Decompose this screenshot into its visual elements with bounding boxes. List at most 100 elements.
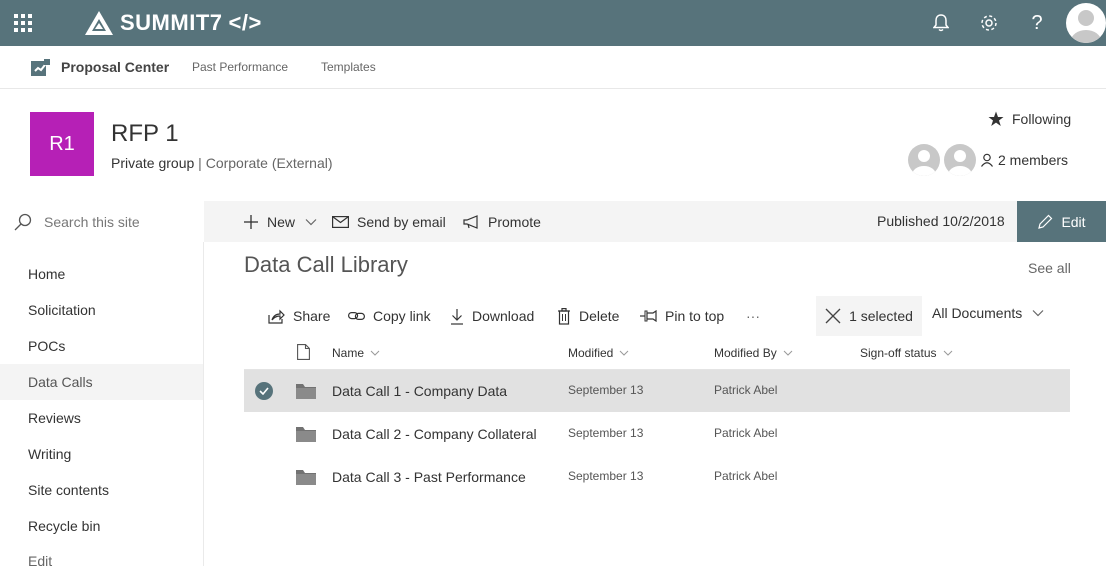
- selected-count: 1 selected: [849, 308, 913, 324]
- avatar[interactable]: [1066, 3, 1106, 43]
- nav-item-data-calls[interactable]: Data Calls: [28, 374, 93, 390]
- chevron-down-icon: [783, 350, 793, 356]
- table-row-name[interactable]: Data Call 1 - Company Data: [332, 383, 507, 399]
- column-header-signoff-status[interactable]: Sign-off status: [860, 346, 953, 360]
- link-icon: [348, 311, 365, 320]
- pencil-icon: [1038, 214, 1053, 229]
- member-avatar: [908, 144, 940, 176]
- hub-link-templates[interactable]: Templates: [321, 60, 376, 74]
- chevron-down-icon: [1032, 310, 1044, 317]
- help-icon[interactable]: ?: [1014, 0, 1060, 46]
- edit-label: Edit: [1061, 213, 1086, 230]
- privacy-label: Private group: [111, 155, 195, 171]
- view-label: All Documents: [932, 305, 1023, 321]
- brand-code-symbol: </>: [228, 10, 262, 35]
- share-button[interactable]: Share: [268, 305, 330, 327]
- pin-to-top-button[interactable]: Pin to top: [640, 305, 724, 327]
- chevron-down-icon: [620, 350, 629, 356]
- site-logo[interactable]: R1: [30, 112, 94, 176]
- nav-item-writing[interactable]: Writing: [28, 446, 71, 462]
- download-label: Download: [472, 308, 535, 324]
- nav-item-pocs[interactable]: POCs: [28, 338, 65, 354]
- search-box[interactable]: Search this site: [0, 201, 203, 242]
- folder-icon: [296, 470, 316, 485]
- view-selector[interactable]: All Documents: [932, 305, 1044, 321]
- close-icon: [825, 308, 841, 324]
- folder-icon: [296, 384, 316, 399]
- promote-label: Promote: [488, 213, 541, 230]
- edit-button[interactable]: Edit: [1017, 201, 1106, 242]
- divider: [203, 242, 204, 566]
- nav-item-reviews[interactable]: Reviews: [28, 410, 81, 426]
- library-title[interactable]: Data Call Library: [244, 252, 408, 278]
- nav-item-site-contents[interactable]: Site contents: [28, 482, 109, 498]
- chevron-down-icon: [370, 350, 380, 356]
- column-header-modified-by[interactable]: Modified By: [714, 346, 793, 360]
- document-icon: [297, 344, 310, 360]
- table-row-modified-by[interactable]: Patrick Abel: [714, 426, 777, 440]
- following-label: Following: [1012, 111, 1072, 127]
- plus-icon: [244, 214, 258, 229]
- send-by-email-button[interactable]: Send by email: [332, 201, 446, 242]
- table-row-name[interactable]: Data Call 2 - Company Collateral: [332, 426, 537, 442]
- hub-link-past-performance[interactable]: Past Performance: [192, 60, 288, 74]
- person-icon: [981, 153, 993, 167]
- table-row-modified: September 13: [568, 469, 644, 483]
- members-button[interactable]: 2 members: [908, 144, 1068, 176]
- delete-label: Delete: [579, 308, 620, 324]
- delete-button[interactable]: Delete: [557, 305, 619, 327]
- table-row-modified-by[interactable]: Patrick Abel: [714, 383, 777, 397]
- hub-logo-icon[interactable]: [30, 58, 52, 78]
- megaphone-icon: [463, 214, 478, 229]
- chevron-down-icon: [943, 350, 952, 356]
- nav-item-home[interactable]: Home: [28, 266, 65, 282]
- promote-button[interactable]: Promote: [463, 201, 541, 242]
- brand-logo[interactable]: SUMMIT7 </>: [84, 8, 262, 38]
- share-label: Share: [293, 308, 331, 324]
- column-header-label: Modified By: [714, 346, 777, 360]
- selection-indicator[interactable]: 1 selected: [816, 296, 922, 336]
- search-input[interactable]: Search this site: [44, 214, 140, 230]
- column-header-name[interactable]: Name: [332, 346, 380, 360]
- nav-item-edit[interactable]: Edit: [28, 553, 52, 569]
- copy-link-button[interactable]: Copy link: [348, 305, 431, 327]
- members-count: 2 members: [998, 152, 1069, 168]
- trash-icon: [558, 307, 570, 325]
- more-button[interactable]: ···: [746, 305, 760, 327]
- download-icon: [451, 308, 463, 325]
- follow-button[interactable]: Following: [988, 111, 1071, 127]
- copy-link-label: Copy link: [373, 308, 431, 324]
- see-all-link[interactable]: See all: [1028, 260, 1071, 276]
- column-header-modified[interactable]: Modified: [568, 346, 629, 360]
- folder-icon: [296, 427, 316, 442]
- nav-item-solicitation[interactable]: Solicitation: [28, 302, 96, 318]
- member-avatar: [944, 144, 976, 176]
- pin-icon: [640, 310, 657, 322]
- published-status: Published 10/2/2018: [877, 213, 1005, 229]
- hub-title[interactable]: Proposal Center: [61, 59, 169, 75]
- table-row-modified: September 13: [568, 426, 644, 440]
- waffle-icon[interactable]: [0, 0, 46, 46]
- check-icon[interactable]: [255, 382, 273, 400]
- mail-icon: [332, 215, 349, 228]
- nav-item-recycle-bin[interactable]: Recycle bin: [28, 518, 100, 534]
- gear-icon[interactable]: [966, 0, 1012, 46]
- column-header-label: Name: [332, 346, 365, 360]
- chevron-down-icon: [305, 218, 317, 225]
- download-button[interactable]: Download: [450, 305, 534, 327]
- table-row-name[interactable]: Data Call 3 - Past Performance: [332, 469, 526, 485]
- new-button[interactable]: New: [243, 201, 317, 242]
- separator: |: [198, 155, 202, 171]
- table-row-modified: September 13: [568, 383, 644, 397]
- classification-label: Corporate (External): [205, 155, 333, 171]
- bell-icon[interactable]: [918, 0, 964, 46]
- table-row-modified-by[interactable]: Patrick Abel: [714, 469, 777, 483]
- brand-name: SUMMIT7: [120, 10, 223, 35]
- share-icon: [268, 309, 285, 324]
- site-description: Private group | Corporate (External): [111, 155, 333, 171]
- column-header-label: Modified: [568, 346, 614, 360]
- mountain-icon: [85, 11, 113, 35]
- column-header-label: Sign-off status: [860, 346, 937, 360]
- site-title[interactable]: RFP 1: [111, 120, 179, 148]
- new-label: New: [267, 213, 296, 230]
